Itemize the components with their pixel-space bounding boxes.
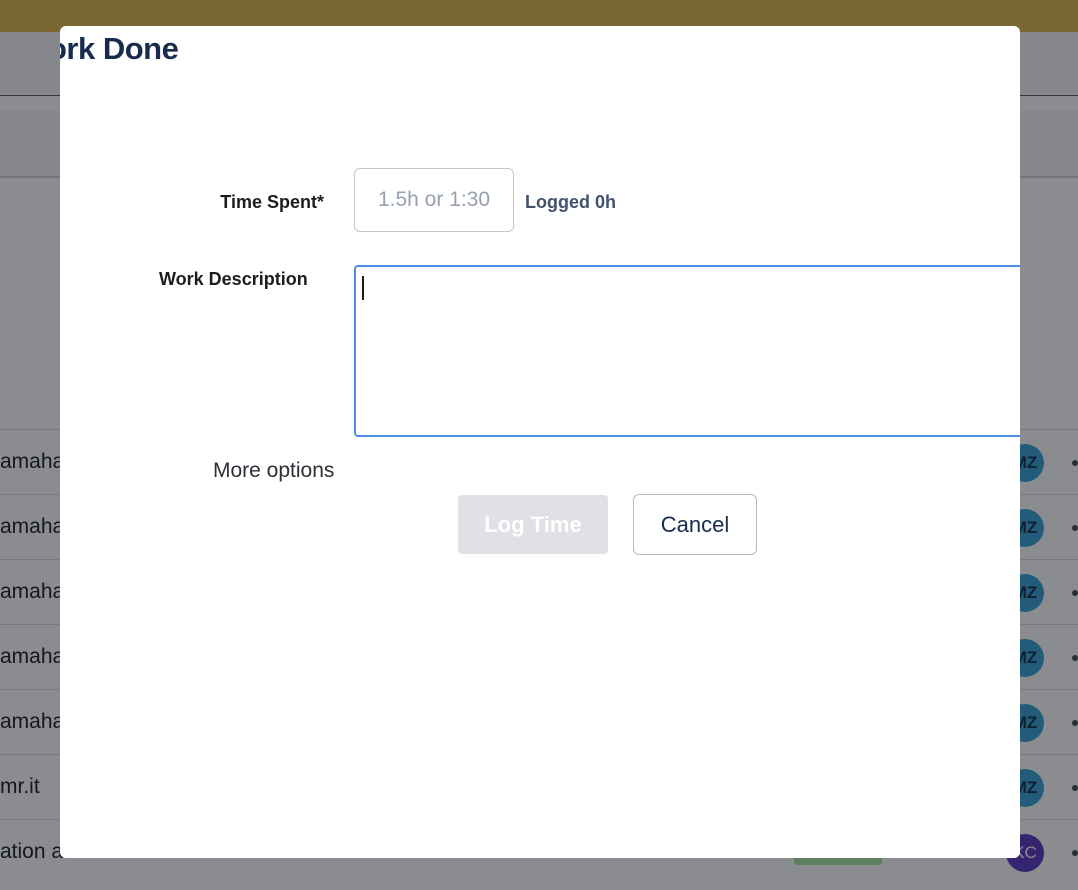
text-caret [362, 276, 364, 300]
time-spent-label: Time Spent* [220, 192, 324, 212]
work-description-label: Work Description [159, 269, 308, 289]
log-time-button[interactable]: Log Time [458, 495, 608, 554]
time-spent-input[interactable] [354, 168, 514, 232]
work-description-input[interactable] [354, 265, 1020, 437]
cancel-button[interactable]: Cancel [633, 494, 757, 555]
logged-time-text: Logged 0h [525, 192, 616, 212]
dialog-title: ork Done [60, 31, 179, 66]
log-work-dialog: ork Done Time Spent* Logged 0h Work Desc… [60, 26, 1020, 858]
more-options-link[interactable]: More options [213, 459, 334, 483]
